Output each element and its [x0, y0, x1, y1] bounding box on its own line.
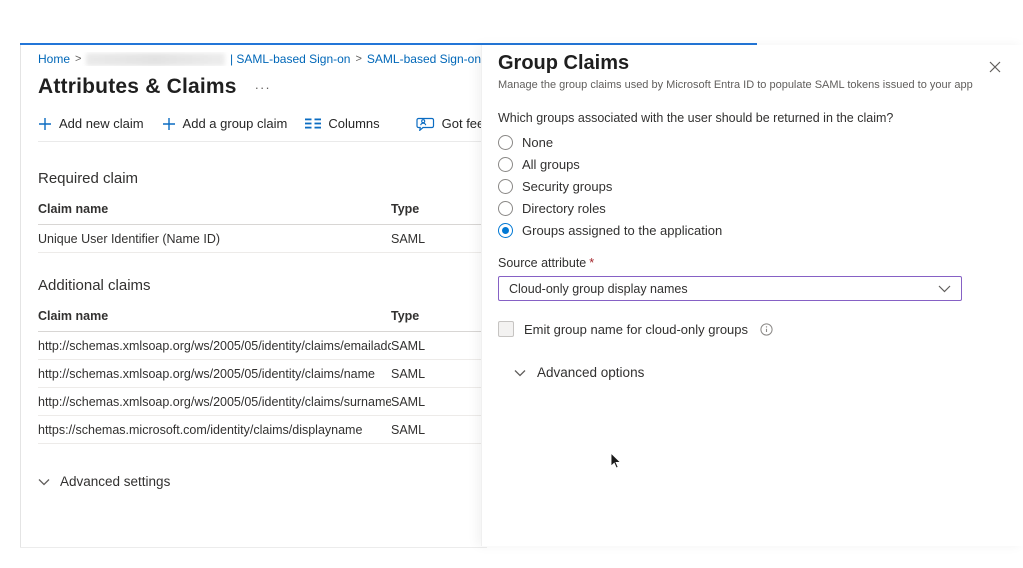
- radio-option-directory-roles[interactable]: Directory roles: [498, 201, 1005, 216]
- radio-selected-icon: [498, 223, 513, 238]
- additional-claims-heading: Additional claims: [38, 277, 481, 294]
- advanced-settings-label: Advanced settings: [60, 474, 170, 489]
- table-header: Claim name Type: [38, 195, 481, 225]
- breadcrumb-current-link[interactable]: SAML-based Sign-on: [367, 52, 481, 66]
- advanced-settings-toggle[interactable]: Advanced settings: [38, 474, 481, 489]
- command-bar: Add new claim Add a group claim Columns: [38, 115, 481, 142]
- claim-name-cell: https://schemas.microsoft.com/identity/c…: [38, 423, 391, 437]
- required-claim-heading: Required claim: [38, 170, 481, 187]
- add-group-claim-button[interactable]: Add a group claim: [162, 116, 288, 131]
- required-claim-table: Claim name Type Unique User Identifier (…: [38, 195, 481, 253]
- claim-name-cell: http://schemas.xmlsoap.org/ws/2005/05/id…: [38, 367, 391, 381]
- source-attribute-dropdown[interactable]: Cloud-only group display names: [498, 276, 962, 301]
- radio-label: Security groups: [522, 179, 612, 194]
- radio-icon: [498, 179, 513, 194]
- type-column-header[interactable]: Type: [391, 202, 481, 216]
- advanced-options-label: Advanced options: [537, 365, 644, 380]
- add-group-claim-label: Add a group claim: [183, 116, 288, 131]
- radio-icon: [498, 135, 513, 150]
- required-asterisk: *: [589, 256, 594, 270]
- radio-label: Groups assigned to the application: [522, 223, 722, 238]
- claim-name-cell: http://schemas.xmlsoap.org/ws/2005/05/id…: [38, 395, 391, 409]
- type-cell: SAML: [391, 339, 481, 353]
- radio-label: None: [522, 135, 553, 150]
- chevron-down-icon: [514, 365, 526, 380]
- redacted-app-name: [86, 53, 225, 66]
- group-selection-radio-group: None All groups Security groups Director…: [498, 135, 1005, 238]
- chevron-down-icon: [38, 474, 50, 489]
- emit-group-name-checkbox-row[interactable]: Emit group name for cloud-only groups: [498, 321, 1005, 337]
- radio-icon: [498, 157, 513, 172]
- table-header: Claim name Type: [38, 302, 481, 332]
- additional-claims-table: Claim name Type http://schemas.xmlsoap.o…: [38, 302, 481, 444]
- type-cell: SAML: [391, 395, 481, 409]
- radio-option-none[interactable]: None: [498, 135, 1005, 150]
- group-claims-question: Which groups associated with the user sh…: [498, 111, 1005, 125]
- plus-icon: [162, 117, 176, 131]
- radio-label: All groups: [522, 157, 580, 172]
- claim-name-cell: http://schemas.xmlsoap.org/ws/2005/05/id…: [38, 339, 391, 353]
- panel-title: Group Claims: [498, 52, 1005, 75]
- breadcrumb-app-saml-link[interactable]: | SAML-based Sign-on: [230, 52, 351, 66]
- blade-bottom-border: [20, 547, 487, 548]
- dropdown-selected-value: Cloud-only group display names: [509, 282, 688, 296]
- breadcrumb: Home > | SAML-based Sign-on > SAML-based…: [38, 52, 481, 66]
- advanced-options-toggle[interactable]: Advanced options: [498, 365, 1005, 380]
- table-row[interactable]: Unique User Identifier (Name ID) SAML: [38, 225, 481, 253]
- table-row[interactable]: http://schemas.xmlsoap.org/ws/2005/05/id…: [38, 332, 481, 360]
- page-title-row: Attributes & Claims ···: [38, 75, 481, 99]
- radio-option-security-groups[interactable]: Security groups: [498, 179, 1005, 194]
- radio-icon: [498, 201, 513, 216]
- type-cell: SAML: [391, 367, 481, 381]
- chevron-down-icon: [938, 282, 951, 296]
- feedback-icon: [416, 116, 435, 131]
- checkbox-unchecked-icon[interactable]: [498, 321, 514, 337]
- table-row[interactable]: https://schemas.microsoft.com/identity/c…: [38, 416, 481, 444]
- add-new-claim-label: Add new claim: [59, 116, 144, 131]
- emit-group-name-label: Emit group name for cloud-only groups: [524, 322, 748, 337]
- columns-label: Columns: [328, 116, 379, 131]
- source-attribute-label: Source attribute*: [498, 256, 1005, 270]
- got-feedback-button[interactable]: Got feedback?: [416, 116, 481, 131]
- got-feedback-label: Got feedback?: [442, 116, 481, 131]
- add-new-claim-button[interactable]: Add new claim: [38, 116, 144, 131]
- columns-button[interactable]: Columns: [305, 116, 379, 131]
- page-title: Attributes & Claims: [38, 75, 237, 99]
- close-icon[interactable]: [987, 59, 1003, 75]
- type-cell: SAML: [391, 423, 481, 437]
- breadcrumb-separator: >: [75, 53, 81, 65]
- claim-name-cell: Unique User Identifier (Name ID): [38, 232, 391, 246]
- breadcrumb-home-link[interactable]: Home: [38, 52, 70, 66]
- radio-label: Directory roles: [522, 201, 606, 216]
- radio-option-groups-assigned[interactable]: Groups assigned to the application: [498, 223, 1005, 238]
- breadcrumb-separator: >: [355, 53, 361, 65]
- type-column-header[interactable]: Type: [391, 309, 481, 323]
- table-row[interactable]: http://schemas.xmlsoap.org/ws/2005/05/id…: [38, 360, 481, 388]
- table-row[interactable]: http://schemas.xmlsoap.org/ws/2005/05/id…: [38, 388, 481, 416]
- info-icon[interactable]: [760, 323, 773, 336]
- claim-name-column-header[interactable]: Claim name: [38, 309, 391, 323]
- plus-icon: [38, 117, 52, 131]
- attributes-claims-blade: Home > | SAML-based Sign-on > SAML-based…: [20, 45, 481, 547]
- claim-name-column-header[interactable]: Claim name: [38, 202, 391, 216]
- panel-subtitle: Manage the group claims used by Microsof…: [498, 79, 1005, 91]
- ellipsis-menu-icon[interactable]: ···: [255, 80, 271, 95]
- columns-icon: [305, 117, 321, 130]
- radio-option-all-groups[interactable]: All groups: [498, 157, 1005, 172]
- type-cell: SAML: [391, 232, 481, 246]
- group-claims-panel: Group Claims Manage the group claims use…: [481, 45, 1023, 546]
